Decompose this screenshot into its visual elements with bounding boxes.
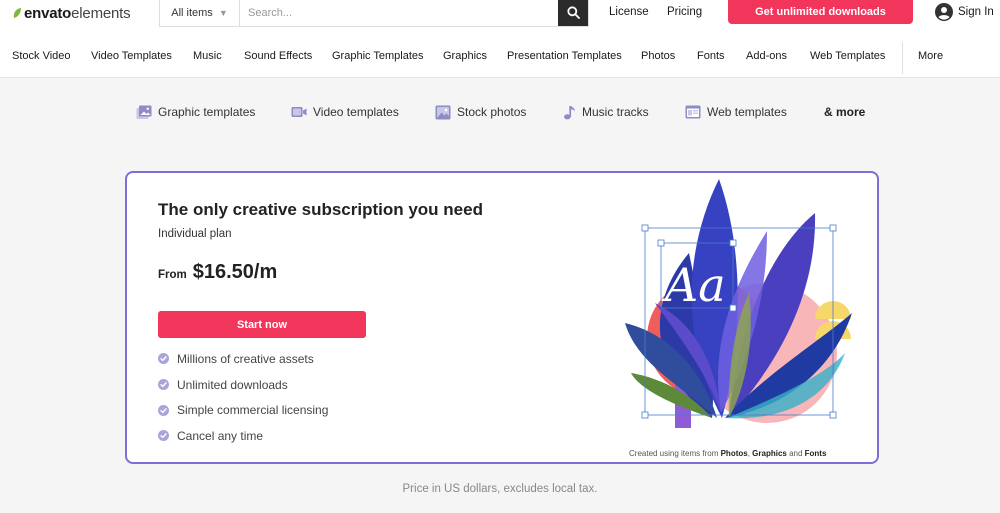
check-circle-icon (158, 379, 169, 391)
list-item: Cancel any time (158, 423, 328, 449)
price-row: From $16.50/m (158, 261, 277, 284)
list-item: Millions of creative assets (158, 346, 328, 372)
feature-text: Unlimited downloads (177, 377, 288, 392)
credit-prefix: Created using items from (629, 449, 721, 458)
search-input[interactable] (240, 0, 558, 26)
credit-fonts: Fonts (804, 449, 827, 458)
quick-link-label: Music tracks (582, 105, 649, 119)
quick-link-label: Web templates (707, 105, 787, 119)
logo-word-elements: elements (71, 4, 131, 22)
search-icon (566, 6, 580, 19)
quick-link-label: Video templates (313, 105, 399, 119)
nav-more[interactable]: More (918, 50, 943, 62)
photo-icon (435, 105, 451, 119)
license-link[interactable]: License (609, 6, 649, 18)
card-title: The only creative subscription you need (158, 200, 483, 219)
music-note-icon (564, 105, 575, 119)
nav-video-templates[interactable]: Video Templates (91, 50, 172, 62)
plan-name: Individual plan (158, 228, 232, 240)
start-now-button[interactable]: Start now (158, 311, 366, 338)
envato-elements-logo[interactable]: envato elements (12, 3, 131, 23)
promo-artwork: Aa (625, 179, 852, 428)
nav-photos[interactable]: Photos (641, 50, 675, 62)
top-header: envato elements All items ▼ License Pric… (0, 0, 1000, 38)
list-item: Simple commercial licensing (158, 397, 328, 423)
quick-link-web-templates[interactable]: Web templates (685, 103, 787, 121)
nav-divider (902, 42, 903, 74)
artwork-leaves (625, 179, 852, 419)
quick-link-more[interactable]: & more (824, 103, 865, 121)
sign-in-label: Sign In (958, 6, 994, 18)
artwork-text: Aa (661, 258, 726, 312)
quick-link-label: Stock photos (457, 105, 527, 119)
quick-link-label: Graphic templates (158, 105, 256, 119)
web-icon (685, 105, 701, 119)
feature-text: Millions of creative assets (177, 351, 314, 366)
nav-fonts[interactable]: Fonts (697, 50, 725, 62)
nav-music[interactable]: Music (193, 50, 222, 62)
leaf-icon (13, 8, 21, 18)
category-nav: Stock Video Video Templates Music Sound … (0, 38, 1000, 78)
nav-web-templates[interactable]: Web Templates (810, 50, 885, 62)
nav-graphics[interactable]: Graphics (443, 50, 487, 62)
chevron-down-icon: ▼ (218, 8, 228, 18)
nav-graphic-templates[interactable]: Graphic Templates (332, 50, 424, 62)
price-prefix: From (158, 269, 187, 281)
credit-graphics: Graphics (752, 449, 787, 458)
feature-text: Simple commercial licensing (177, 403, 329, 418)
subscription-card: The only creative subscription you need … (125, 171, 879, 464)
credit-and: and (786, 449, 805, 458)
credit-photos: Photos (720, 449, 748, 458)
quick-link-video-templates[interactable]: Video templates (291, 103, 399, 121)
pricing-link[interactable]: Pricing (667, 6, 702, 18)
quick-link-graphic-templates[interactable]: Graphic templates (136, 103, 255, 121)
feature-list: Millions of creative assets Unlimited do… (158, 346, 328, 449)
nav-sound-effects[interactable]: Sound Effects (244, 50, 312, 62)
get-unlimited-downloads-button[interactable]: Get unlimited downloads (728, 0, 913, 24)
image-icon (136, 105, 152, 119)
artwork-credit: Created using items from Photos, Graphic… (629, 449, 826, 458)
nav-stock-video[interactable]: Stock Video (12, 50, 71, 62)
nav-presentation-templates[interactable]: Presentation Templates (507, 50, 622, 62)
check-circle-icon (158, 404, 169, 416)
price-disclaimer: Price in US dollars, excludes local tax. (402, 483, 598, 495)
price-value: $16.50/m (192, 261, 278, 283)
check-circle-icon (158, 430, 169, 442)
quick-link-music-tracks[interactable]: Music tracks (563, 103, 649, 121)
check-circle-icon (158, 353, 169, 365)
nav-add-ons[interactable]: Add-ons (746, 50, 787, 62)
quick-link-stock-photos[interactable]: Stock photos (435, 103, 526, 121)
search-button[interactable] (558, 0, 588, 26)
video-icon (291, 107, 307, 117)
list-item: Unlimited downloads (158, 372, 328, 398)
logo-word-envato: envato (24, 4, 72, 22)
user-icon (935, 3, 953, 21)
category-select[interactable]: All items ▼ (160, 0, 240, 26)
category-select-value: All items (171, 7, 213, 19)
sign-in-link[interactable]: Sign In (935, 3, 994, 21)
feature-text: Cancel any time (177, 428, 264, 443)
search-bar: All items ▼ (159, 0, 589, 27)
